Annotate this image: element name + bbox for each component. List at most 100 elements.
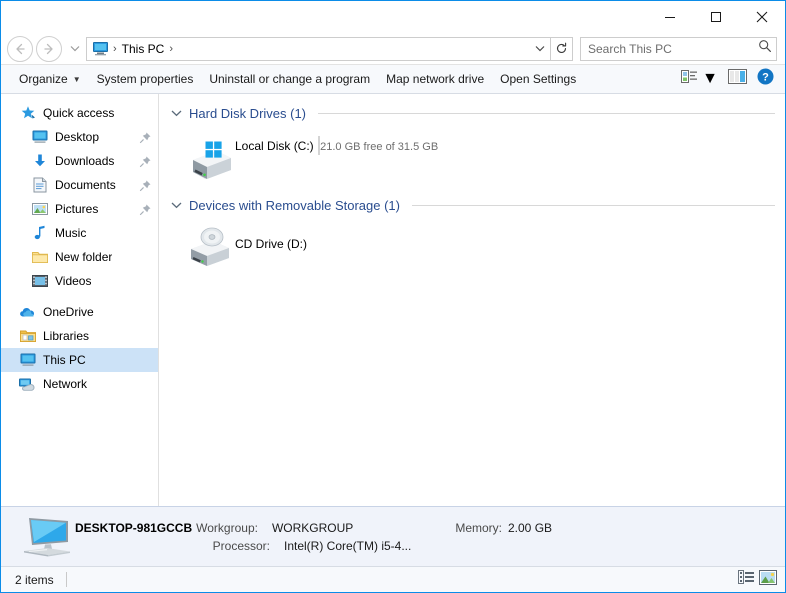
sidebar-item-label: OneDrive xyxy=(43,305,94,319)
sidebar-item-label: Videos xyxy=(55,274,92,288)
downloads-icon xyxy=(31,153,48,170)
group-items-removable-storage: CD Drive (D:) xyxy=(169,218,775,276)
group-header-hard-disk-drives[interactable]: Hard Disk Drives (1) xyxy=(169,102,775,124)
back-button[interactable] xyxy=(7,35,33,62)
system-properties-button[interactable]: System properties xyxy=(89,68,202,90)
pin-icon[interactable] xyxy=(139,203,152,216)
refresh-button[interactable] xyxy=(551,36,573,61)
group-title: Hard Disk Drives (1) xyxy=(189,105,307,121)
preview-pane-icon xyxy=(728,69,747,89)
breadcrumb-this-pc[interactable]: This PC xyxy=(118,42,169,56)
sidebar-item-label: New folder xyxy=(55,250,113,264)
navigation-pane: Quick access Desktop Downloads Documents… xyxy=(1,94,159,506)
view-options-icon xyxy=(681,69,698,90)
change-view-button[interactable]: ▼ xyxy=(676,66,723,93)
details-view-icon xyxy=(738,570,754,589)
libraries-icon xyxy=(19,328,36,345)
search-input[interactable]: Search This PC xyxy=(588,42,758,56)
minimize-button[interactable] xyxy=(647,1,693,33)
drive-tile-body: Local Disk (C:) 21.0 GB free of 31.5 GB xyxy=(235,132,451,155)
star-icon xyxy=(19,105,36,122)
chevron-down-icon[interactable] xyxy=(169,201,183,209)
sidebar-item-label: Libraries xyxy=(43,329,90,343)
drive-tile-local-disk-c[interactable]: Local Disk (C:) 21.0 GB free of 31.5 GB xyxy=(183,130,453,188)
network-icon xyxy=(19,376,36,393)
organize-button[interactable]: Organize ▼ xyxy=(11,68,89,90)
computer-name: DESKTOP-981GCCB xyxy=(75,520,193,535)
sidebar-item-label: Network xyxy=(43,377,88,391)
pin-icon[interactable] xyxy=(139,155,152,168)
address-dropdown-icon[interactable] xyxy=(531,45,548,52)
file-list-view[interactable]: Hard Disk Drives (1) Local Disk (C:) 21.… xyxy=(159,94,785,506)
sidebar-item-videos[interactable]: Videos xyxy=(1,269,158,293)
help-button[interactable]: ? xyxy=(752,65,779,93)
recent-locations-button[interactable] xyxy=(66,38,84,60)
chevron-down-icon: ▼ xyxy=(72,74,81,84)
open-settings-button[interactable]: Open Settings xyxy=(492,68,584,90)
uninstall-or-change-program-button[interactable]: Uninstall or change a program xyxy=(201,68,378,90)
sidebar-item-label: This PC xyxy=(43,353,86,367)
sidebar-item-pictures[interactable]: Pictures xyxy=(1,197,158,221)
sidebar-item-label: Music xyxy=(55,226,87,240)
sidebar-item-libraries[interactable]: Libraries xyxy=(1,324,158,348)
sidebar-item-this-pc[interactable]: This PC xyxy=(1,348,158,372)
search-icon[interactable] xyxy=(758,39,772,58)
folder-icon xyxy=(31,249,48,266)
sidebar-item-downloads[interactable]: Downloads xyxy=(1,149,158,173)
details-row-workgroup: DESKTOP-981GCCB Workgroup: WORKGROUP xyxy=(75,521,426,535)
chevron-down-icon: ▼ xyxy=(702,70,718,87)
map-network-drive-button[interactable]: Map network drive xyxy=(378,68,492,90)
preview-pane-button[interactable] xyxy=(723,66,752,92)
status-bar: 2 items xyxy=(1,566,785,592)
workgroup-value: WORKGROUP xyxy=(271,520,354,535)
sidebar-item-documents[interactable]: Documents xyxy=(1,173,158,197)
address-path-box[interactable]: › This PC › xyxy=(86,36,551,61)
file-explorer-window: › This PC › Search This PC Organize ▼ Sy… xyxy=(0,0,786,593)
details-pane: DESKTOP-981GCCB Workgroup: WORKGROUP Pro… xyxy=(1,506,785,566)
sidebar-item-desktop[interactable]: Desktop xyxy=(1,125,158,149)
breadcrumb-separator-2[interactable]: › xyxy=(168,43,174,55)
workgroup-label: Workgroup: xyxy=(196,520,258,535)
help-icon: ? xyxy=(757,68,774,90)
windows-drive-icon xyxy=(185,132,235,182)
processor-label: Processor: xyxy=(212,538,270,553)
sidebar-item-music[interactable]: Music xyxy=(1,221,158,245)
drive-capacity-text: 21.0 GB free of 31.5 GB xyxy=(320,141,439,153)
status-divider xyxy=(65,572,67,587)
group-title: Devices with Removable Storage (1) xyxy=(189,197,400,213)
close-button[interactable] xyxy=(739,1,785,33)
svg-text:?: ? xyxy=(762,72,769,84)
sidebar-item-onedrive[interactable]: OneDrive xyxy=(1,300,158,324)
sidebar-item-network[interactable]: Network xyxy=(1,372,158,396)
sidebar-item-label: Documents xyxy=(55,178,116,192)
details-row-memory: Memory: 2.00 GB xyxy=(446,521,552,535)
drive-tile-cd-drive-d[interactable]: CD Drive (D:) xyxy=(183,222,453,270)
search-box[interactable]: Search This PC xyxy=(580,36,777,61)
sidebar-item-quick-access[interactable]: Quick access xyxy=(1,101,158,125)
forward-button[interactable] xyxy=(36,35,62,62)
onedrive-icon xyxy=(19,304,36,321)
group-divider xyxy=(411,204,775,206)
large-icons-view-button[interactable] xyxy=(757,569,779,590)
music-icon xyxy=(31,225,48,242)
processor-value: Intel(R) Core(TM) i5-4... xyxy=(284,538,412,553)
pictures-icon xyxy=(31,201,48,218)
pin-icon[interactable] xyxy=(139,131,152,144)
maximize-button[interactable] xyxy=(693,1,739,33)
pin-icon[interactable] xyxy=(139,179,152,192)
chevron-down-icon[interactable] xyxy=(169,109,183,117)
details-fields: DESKTOP-981GCCB Workgroup: WORKGROUP Pro… xyxy=(75,521,771,553)
sidebar-item-new-folder[interactable]: New folder xyxy=(1,245,158,269)
address-bar-row: › This PC › Search This PC xyxy=(1,33,785,64)
title-bar xyxy=(1,1,785,33)
drive-name: Local Disk (C:) xyxy=(235,139,314,153)
this-pc-icon xyxy=(92,41,109,56)
details-view-button[interactable] xyxy=(735,570,757,590)
group-header-removable-storage[interactable]: Devices with Removable Storage (1) xyxy=(169,194,775,216)
drive-tile-body: CD Drive (D:) xyxy=(235,224,451,268)
organize-label: Organize xyxy=(19,72,68,86)
large-icons-view-icon xyxy=(759,569,777,590)
cd-drive-icon xyxy=(185,225,235,267)
details-column-secondary: Memory: 2.00 GB xyxy=(446,521,552,553)
